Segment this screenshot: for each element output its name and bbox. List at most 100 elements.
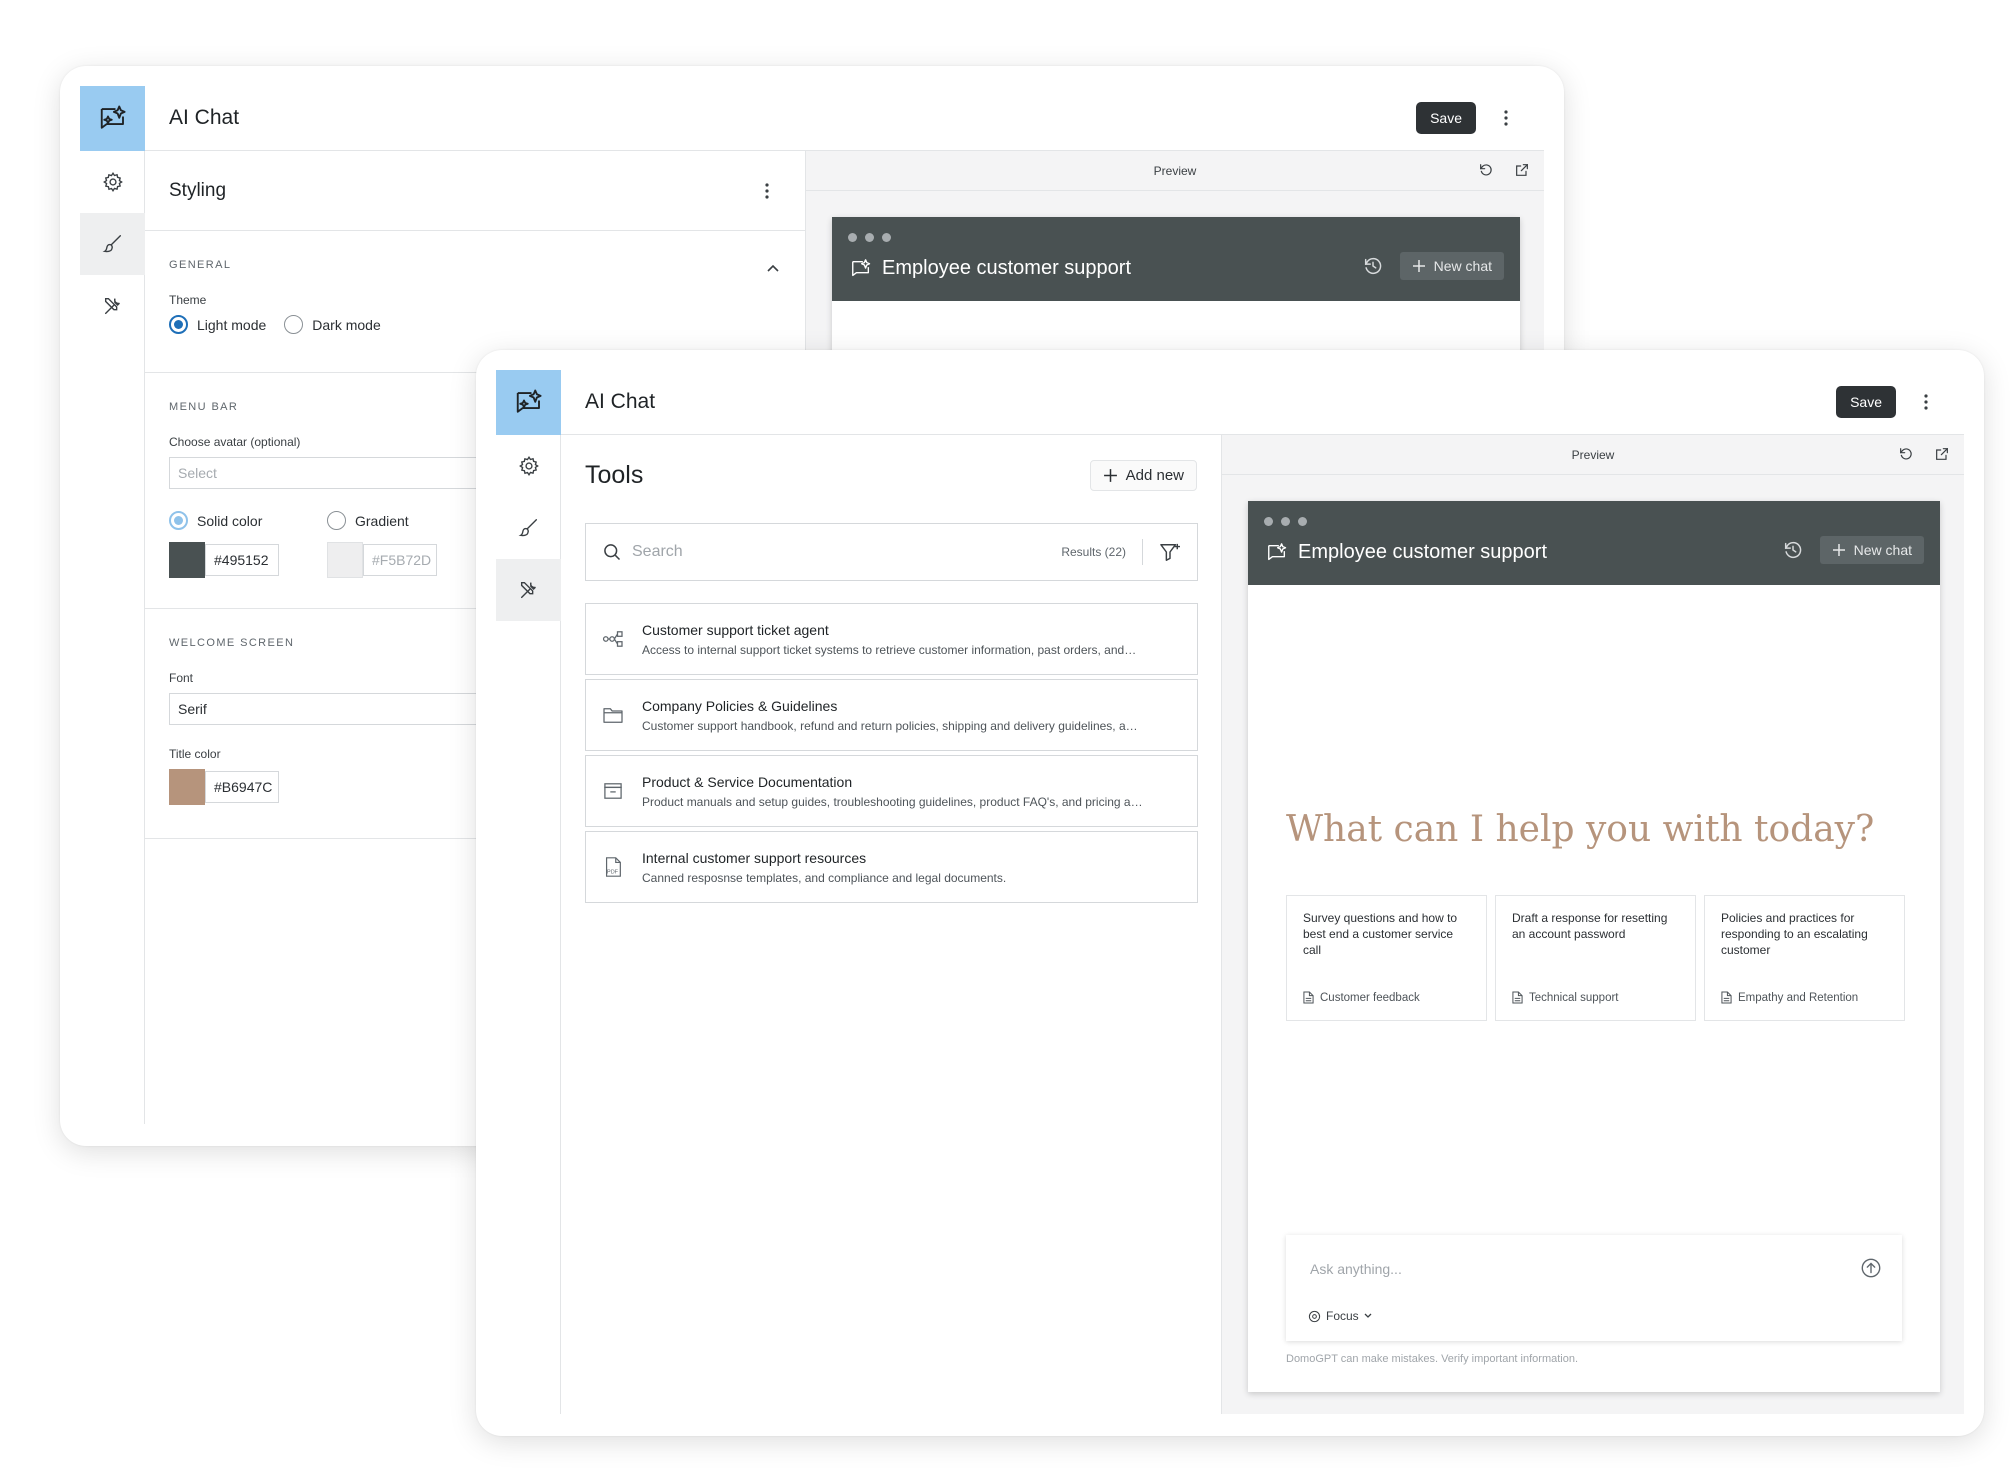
title-color-hex[interactable]: #B6947C [205, 771, 279, 803]
gradient-hex[interactable]: #F5B72D [363, 544, 437, 576]
focus-dropdown[interactable]: Focus [1308, 1309, 1372, 1323]
suggestion-text: Draft a response for resetting an accoun… [1512, 911, 1668, 941]
folder-icon [602, 706, 624, 724]
save-button[interactable]: Save [1836, 386, 1896, 418]
filter-icon [1160, 543, 1180, 561]
ask-box: Ask anything... Focus [1286, 1235, 1902, 1341]
search-field[interactable]: Search Results (22) [585, 523, 1198, 581]
disclaimer: DomoGPT can make mistakes. Verify import… [1286, 1353, 1579, 1365]
solid-color-hex[interactable]: #495152 [205, 544, 279, 576]
tool-list: Customer support ticket agent Access to … [585, 603, 1198, 907]
workflow-icon [602, 630, 624, 648]
chat-preview-card: Employee customer support New chat [832, 217, 1520, 357]
plus-icon [1103, 468, 1117, 482]
side-rail [80, 86, 145, 1124]
rail-tools[interactable] [80, 275, 145, 337]
tool-description: Access to internal support ticket system… [642, 642, 1137, 657]
tool-item[interactable]: Product & Service Documentation Product … [585, 755, 1198, 827]
plus-icon [1832, 544, 1845, 556]
window-dots [848, 233, 891, 242]
chevron-up-icon[interactable] [767, 259, 779, 277]
svg-text:PDF: PDF [607, 869, 619, 875]
styling-panel-header: Styling [145, 151, 805, 231]
chat-header: Employee customer support New chat [832, 217, 1520, 301]
tools-icon [104, 297, 120, 315]
radio-solid-color[interactable]: Solid color [169, 511, 327, 530]
gear-icon [518, 456, 539, 476]
chat-preview-card: Employee customer support New chat What … [1248, 501, 1940, 1392]
open-external-icon[interactable] [1514, 162, 1530, 178]
gear-icon [102, 172, 123, 192]
suggestion-text: Survey questions and how to best end a c… [1303, 911, 1458, 957]
tool-item[interactable]: PDF Internal customer support resources … [585, 831, 1198, 903]
suggestion-card[interactable]: Policies and practices for responding to… [1704, 895, 1905, 1021]
solid-color-swatch[interactable] [169, 542, 205, 578]
new-chat-button[interactable]: New chat [1819, 536, 1924, 564]
suggestion-card[interactable]: Draft a response for resetting an accoun… [1495, 895, 1696, 1021]
target-icon [1308, 1310, 1321, 1322]
reset-icon[interactable] [1478, 162, 1494, 178]
tools-window: AI Chat Save Tools Add new Search Result… [476, 350, 1984, 1436]
chat-sparkle-icon [1268, 542, 1287, 560]
rail-styling[interactable] [80, 213, 145, 275]
app-title: AI Chat [585, 390, 656, 413]
rail-styling[interactable] [496, 497, 561, 559]
add-new-button[interactable]: Add new [1089, 459, 1197, 491]
app-title: AI Chat [169, 106, 240, 129]
history-icon[interactable] [1362, 255, 1384, 277]
brush-icon [518, 519, 537, 537]
radio-light-mode[interactable]: Light mode [169, 315, 266, 334]
save-button[interactable]: Save [1416, 102, 1476, 134]
panel-title: Tools [585, 460, 644, 489]
search-input[interactable]: Search [632, 543, 1061, 561]
tool-item[interactable]: Company Policies & Guidelines Customer s… [585, 679, 1198, 751]
more-menu-icon[interactable] [1492, 103, 1520, 133]
suggestion-card[interactable]: Survey questions and how to best end a c… [1286, 895, 1487, 1021]
preview-pane: Preview Employee customer support New ch… [1222, 435, 1964, 1414]
more-menu-icon[interactable] [1912, 387, 1940, 417]
suggestion-tag: Empathy and Retention [1721, 991, 1858, 1004]
tools-panel-header: Tools Add new [561, 435, 1221, 515]
tools-icon [520, 581, 536, 599]
tools-panel: Tools Add new Search Results (22) Custom… [561, 435, 1222, 1414]
panel-title: Styling [169, 179, 227, 201]
window-dots [1264, 517, 1307, 526]
tool-name: Product & Service Documentation [642, 773, 853, 790]
ai-chat-logo [80, 86, 145, 151]
arrow-up-circle-icon [1861, 1258, 1881, 1278]
section-title: GENERAL [169, 259, 232, 271]
reset-icon[interactable] [1898, 446, 1914, 462]
theme-radio-group: Light mode Dark mode [169, 315, 781, 334]
brush-icon [102, 235, 121, 253]
ask-input[interactable]: Ask anything... [1310, 1261, 1402, 1277]
chat-sparkle-icon [100, 105, 126, 129]
tool-name: Customer support ticket agent [642, 621, 829, 638]
new-chat-button[interactable]: New chat [1399, 252, 1504, 280]
filter-button[interactable] [1143, 542, 1181, 562]
tool-name: Internal customer support resources [642, 849, 867, 866]
tool-description: Product manuals and setup guides, troubl… [642, 794, 1143, 809]
top-bar: AI Chat Save [145, 86, 1544, 151]
chat-sparkle-icon [852, 258, 871, 276]
document-icon [1721, 991, 1732, 1004]
title-color-swatch[interactable] [169, 769, 205, 805]
rail-settings[interactable] [80, 151, 145, 213]
history-icon[interactable] [1782, 539, 1804, 561]
preview-label: Preview [1571, 447, 1615, 462]
gradient-swatch[interactable] [327, 542, 363, 578]
open-external-icon[interactable] [1934, 446, 1950, 462]
send-button[interactable] [1860, 1257, 1882, 1284]
archive-icon [602, 782, 624, 800]
tool-item[interactable]: Customer support ticket agent Access to … [585, 603, 1198, 675]
tool-name: Company Policies & Guidelines [642, 697, 838, 714]
preview-bar: Preview [806, 151, 1544, 191]
radio-gradient[interactable]: Gradient [327, 511, 409, 530]
top-bar: AI Chat Save [561, 370, 1964, 435]
rail-settings[interactable] [496, 435, 561, 497]
rail-tools[interactable] [496, 559, 561, 621]
chat-header: Employee customer support New chat [1248, 501, 1940, 585]
radio-dark-mode[interactable]: Dark mode [284, 315, 381, 334]
preview-bar: Preview [1222, 435, 1964, 475]
panel-more-icon[interactable] [753, 176, 781, 206]
tool-description: Customer support handbook, refund and re… [642, 718, 1138, 733]
